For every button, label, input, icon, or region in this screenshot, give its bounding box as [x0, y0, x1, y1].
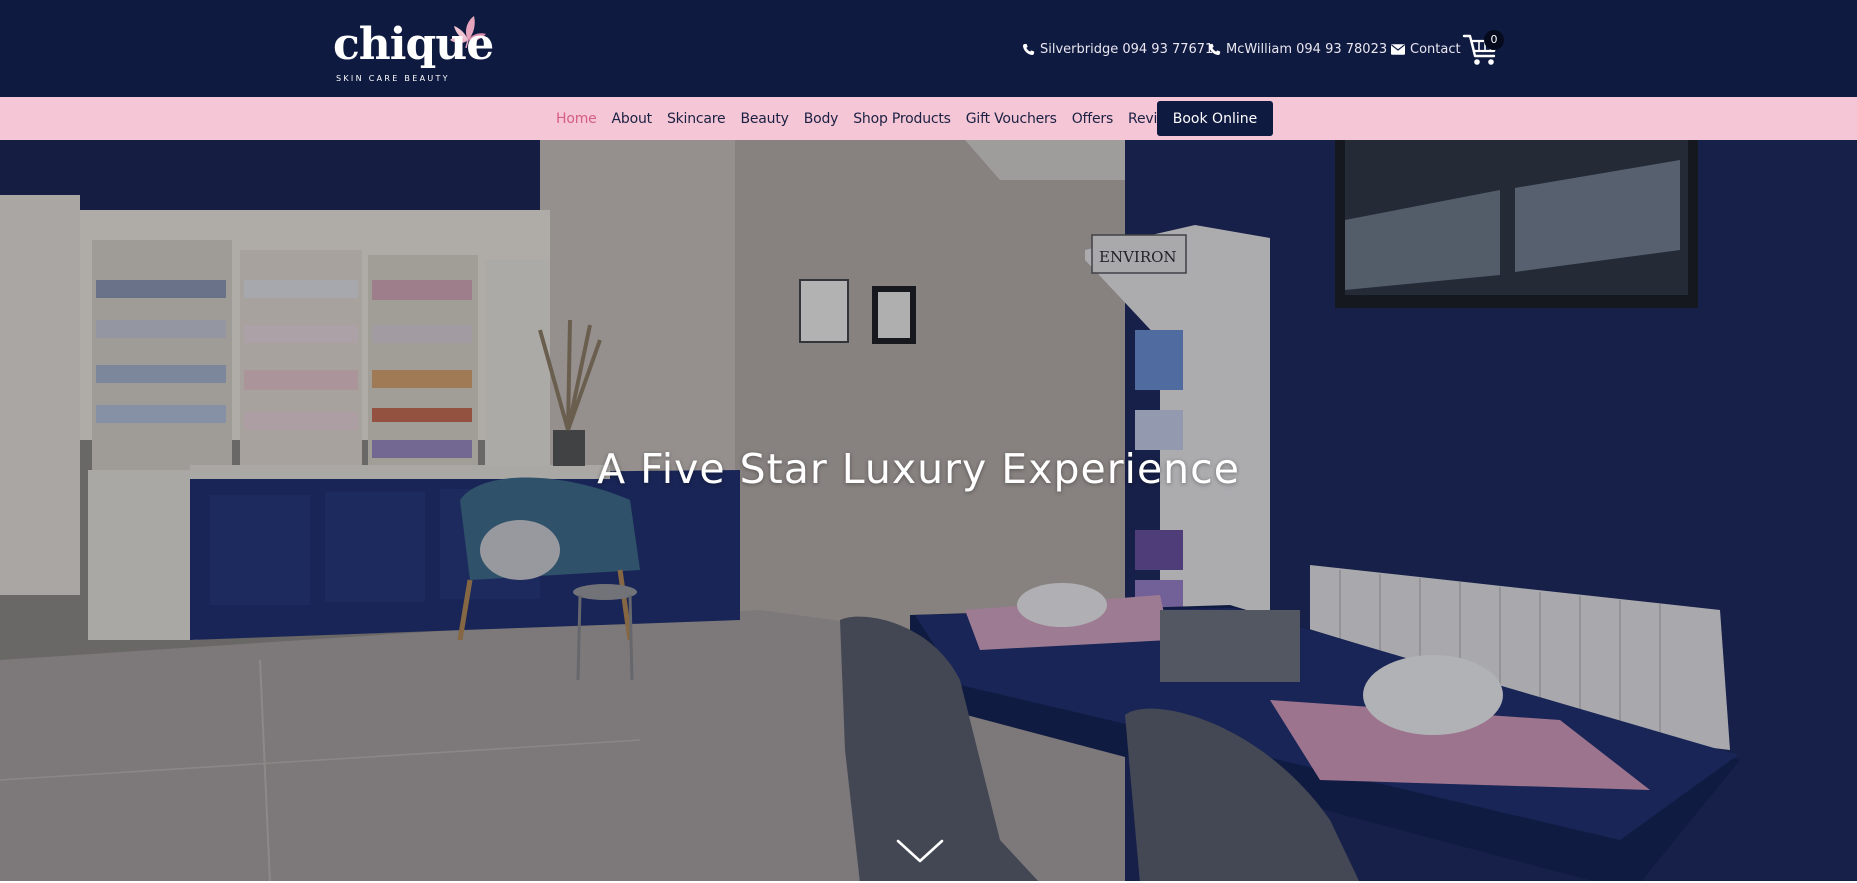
contact-label: Contact [1410, 41, 1461, 57]
silverbridge-phone-link[interactable]: Silverbridge 094 93 77671 [1022, 38, 1213, 60]
main-nav: Home About Skincare Beauty Body Shop Pro… [0, 97, 1857, 140]
nav-body[interactable]: Body [804, 111, 839, 127]
mcwilliam-phone-link[interactable]: McWilliam 094 93 78023 [1208, 38, 1387, 60]
nav-offers[interactable]: Offers [1072, 111, 1114, 127]
contact-links: Silverbridge 094 93 77671 McWilliam 094 … [0, 38, 1857, 62]
hero-dark-overlay [0, 140, 1857, 883]
envelope-icon [1391, 43, 1405, 55]
hero-title: A Five Star Luxury Experience [597, 445, 1240, 493]
mcwilliam-phone-label: McWilliam 094 93 78023 [1226, 41, 1388, 57]
silverbridge-phone-label: Silverbridge 094 93 77671 [1040, 41, 1214, 57]
contact-link[interactable]: Contact [1391, 38, 1461, 60]
hero-banner: ENVIRON A Five Star Luxury Experience [0, 140, 1857, 883]
book-online-button[interactable]: Book Online [1157, 101, 1273, 136]
top-header: chique SKIN CARE BEAUTY Silverbridge 094… [0, 0, 1857, 97]
nav-skincare[interactable]: Skincare [667, 111, 726, 127]
nav-menu: Home About Skincare Beauty Body Shop Pro… [556, 97, 1184, 140]
logo-tagline: SKIN CARE BEAUTY [336, 74, 450, 83]
chevron-down-icon[interactable] [896, 837, 944, 865]
phone-icon [1022, 43, 1035, 55]
nav-beauty[interactable]: Beauty [740, 111, 788, 127]
nav-home[interactable]: Home [556, 111, 597, 127]
phone-icon [1208, 43, 1221, 55]
cart-count-badge: 0 [1484, 30, 1504, 50]
nav-gift-vouchers[interactable]: Gift Vouchers [966, 111, 1057, 127]
nav-shop-products[interactable]: Shop Products [853, 111, 951, 127]
nav-about[interactable]: About [612, 111, 653, 127]
